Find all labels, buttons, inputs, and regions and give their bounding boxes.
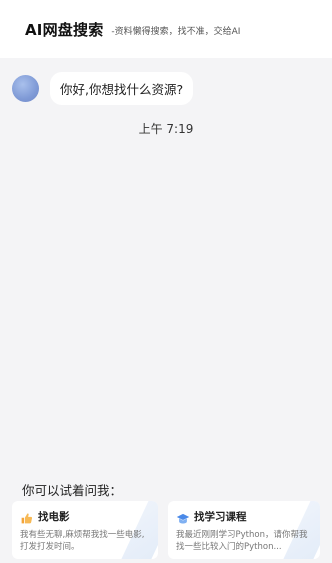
suggestion-description: 我最近刚刚学习Python，请你帮我找一些比较入门的Python...: [176, 530, 308, 552]
chat-page: AI网盘搜索 -资料懒得搜索，找不准，交给AI 你好,你想找什么资源? 上午 7…: [0, 0, 332, 563]
avatar: [12, 75, 39, 102]
suggestion-label: 找学习课程: [194, 511, 247, 523]
assistant-message: 你好,你想找什么资源?: [12, 72, 194, 105]
app-subtitle: -资料懒得搜索，找不准，交给AI: [111, 26, 241, 37]
graduation-cap-icon: [176, 510, 190, 524]
message-timestamp: 上午 7:19: [138, 122, 194, 136]
suggestion-card-movie[interactable]: 找电影 我有些无聊,麻烦帮我找一些电影,打发打发时间。: [12, 501, 158, 559]
message-bubble: 你好,你想找什么资源?: [50, 72, 194, 105]
suggestions-heading: 你可以试着问我：: [22, 483, 123, 498]
app-title: AI网盘搜索: [25, 20, 104, 39]
suggestion-label: 找电影: [38, 511, 70, 523]
suggestion-description: 我有些无聊,麻烦帮我找一些电影,打发打发时间。: [20, 530, 145, 552]
thumbs-up-icon: [20, 510, 33, 524]
app-header: AI网盘搜索 -资料懒得搜索，找不准，交给AI: [0, 0, 332, 58]
suggestion-card-course[interactable]: 找学习课程 我最近刚刚学习Python，请你帮我找一些比较入门的Python..…: [168, 501, 320, 559]
